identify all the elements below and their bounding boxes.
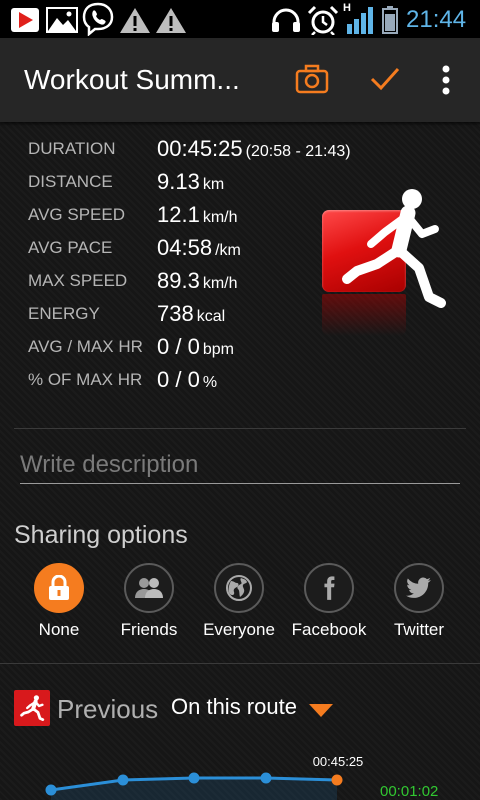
share-option-everyone[interactable]: Everyone <box>194 563 284 653</box>
chart-point <box>117 774 129 786</box>
twitter-icon <box>406 577 431 598</box>
friends-icon <box>135 578 163 598</box>
running-icon <box>20 695 45 721</box>
chart-side-value: 00:01:02 <box>380 783 439 800</box>
stat-row-max-hr-percent: % OF MAX HR 0 / 0% <box>0 363 300 396</box>
stat-value: 0 / 0 <box>157 334 200 359</box>
stat-row-avg-pace: AVG PACE 04:58/km <box>0 231 300 264</box>
share-option-button[interactable] <box>34 563 84 613</box>
stat-value: 12.1 <box>157 202 200 227</box>
alarm-icon <box>307 5 339 35</box>
stat-row-duration: DURATION 00:45:25 (20:58 - 21:43) <box>0 132 351 165</box>
share-option-twitter[interactable]: Twitter <box>374 563 464 653</box>
globe-icon <box>226 575 252 601</box>
chart-point <box>45 784 57 796</box>
overflow-menu-icon[interactable] <box>440 64 452 96</box>
camera-icon[interactable] <box>295 64 329 94</box>
stat-label: DISTANCE <box>28 172 113 191</box>
action-bar: Workout Summ... <box>0 38 480 122</box>
stat-row-avg-speed: AVG SPEED 12.1 km/h <box>0 198 300 231</box>
share-option-friends[interactable]: Friends <box>104 563 194 653</box>
warning-icon <box>120 8 150 33</box>
stat-unit: km <box>202 176 225 193</box>
share-option-label: Everyone <box>203 620 275 639</box>
warning-icon <box>156 8 186 33</box>
page-title: Workout Summ... <box>24 64 240 95</box>
chart-point <box>260 772 272 784</box>
route-filter-dropdown[interactable]: On this route <box>171 692 297 722</box>
divider <box>14 428 466 429</box>
previous-label: Previous <box>57 694 159 724</box>
chart-point <box>188 772 200 784</box>
signal-icon <box>347 7 373 34</box>
stat-label: AVG PACE <box>28 238 113 257</box>
stat-value: 9.13 <box>157 169 200 194</box>
chart-point-label: 00:45:25 <box>312 754 364 769</box>
stat-row-max-speed: MAX SPEED 89.3 km/h <box>0 264 300 297</box>
battery-icon <box>382 6 398 34</box>
stat-unit: % <box>202 374 218 391</box>
stat-label: MAX SPEED <box>28 271 128 290</box>
stat-value: 0 / 0 <box>157 367 200 392</box>
chart-point-current <box>331 774 343 786</box>
lock-icon <box>49 575 69 600</box>
stat-unit: km/h <box>202 209 238 226</box>
check-icon[interactable] <box>369 66 401 92</box>
share-option-button[interactable] <box>214 563 264 613</box>
share-option-label: Facebook <box>291 620 367 639</box>
status-bar: H 21:44 <box>0 0 480 38</box>
share-option-button[interactable] <box>304 563 354 613</box>
stat-value: 04:58 <box>157 235 213 260</box>
stat-row-energy: ENERGY 738 kcal <box>0 297 300 330</box>
headset-icon <box>272 8 300 32</box>
stat-value: 738 <box>157 301 194 326</box>
description-input[interactable] <box>20 446 460 484</box>
stat-label: AVG SPEED <box>28 205 125 224</box>
facebook-icon <box>324 576 335 600</box>
stat-value: 00:45:25 <box>157 136 243 161</box>
share-option-label: None <box>38 620 80 639</box>
stat-label: % OF MAX HR <box>28 370 143 389</box>
stat-unit: kcal <box>196 308 226 325</box>
share-option-none[interactable]: None <box>14 563 104 653</box>
share-option-label: Twitter <box>393 620 445 639</box>
share-option-button[interactable] <box>394 563 444 613</box>
sharing-heading: Sharing options <box>14 521 188 549</box>
status-time: 21:44 <box>406 6 467 33</box>
youtube-icon <box>11 8 39 32</box>
stat-label: ENERGY <box>28 304 100 323</box>
divider <box>0 663 480 664</box>
stat-label: AVG / MAX HR <box>28 337 143 356</box>
stat-unit: (20:58 - 21:43) <box>245 143 351 160</box>
gallery-icon <box>46 7 78 33</box>
running-icon <box>342 189 446 308</box>
stat-unit: bpm <box>202 341 234 358</box>
stat-value: 89.3 <box>157 268 200 293</box>
previous-sport-badge <box>14 690 50 726</box>
viber-icon <box>82 2 114 36</box>
stat-row-distance: DISTANCE 9.13 km <box>0 165 300 198</box>
share-option-button[interactable] <box>124 563 174 613</box>
stat-unit: /km <box>215 242 241 259</box>
dropdown-arrow-icon[interactable] <box>309 704 333 717</box>
stat-unit: km/h <box>202 275 238 292</box>
stat-row-hr: AVG / MAX HR 0 / 0 bpm <box>0 330 300 363</box>
share-option-facebook[interactable]: Facebook <box>284 563 374 653</box>
stat-label: DURATION <box>28 139 116 158</box>
share-option-label: Friends <box>120 620 178 639</box>
